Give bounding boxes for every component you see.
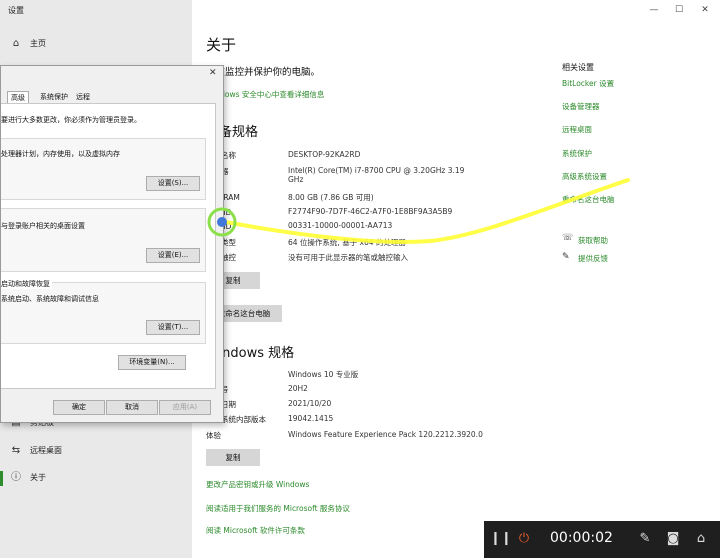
home-icon[interactable]: ⌂ (692, 530, 710, 548)
camera-icon[interactable]: ◙ (664, 530, 682, 548)
annotation-stroke (224, 178, 630, 244)
screen-recorder-bar: ❙❙ ⏻ 00:00:02 ✎ ◙ ⌂ (484, 521, 720, 558)
pen-icon[interactable]: ✎ (636, 530, 654, 548)
pause-icon[interactable]: ❙❙ (490, 530, 512, 548)
stop-power-icon[interactable]: ⏻ (516, 530, 532, 548)
recording-timer: 00:00:02 (550, 530, 613, 546)
annotation-overlay (207, 178, 630, 244)
cursor-dot (217, 217, 227, 227)
